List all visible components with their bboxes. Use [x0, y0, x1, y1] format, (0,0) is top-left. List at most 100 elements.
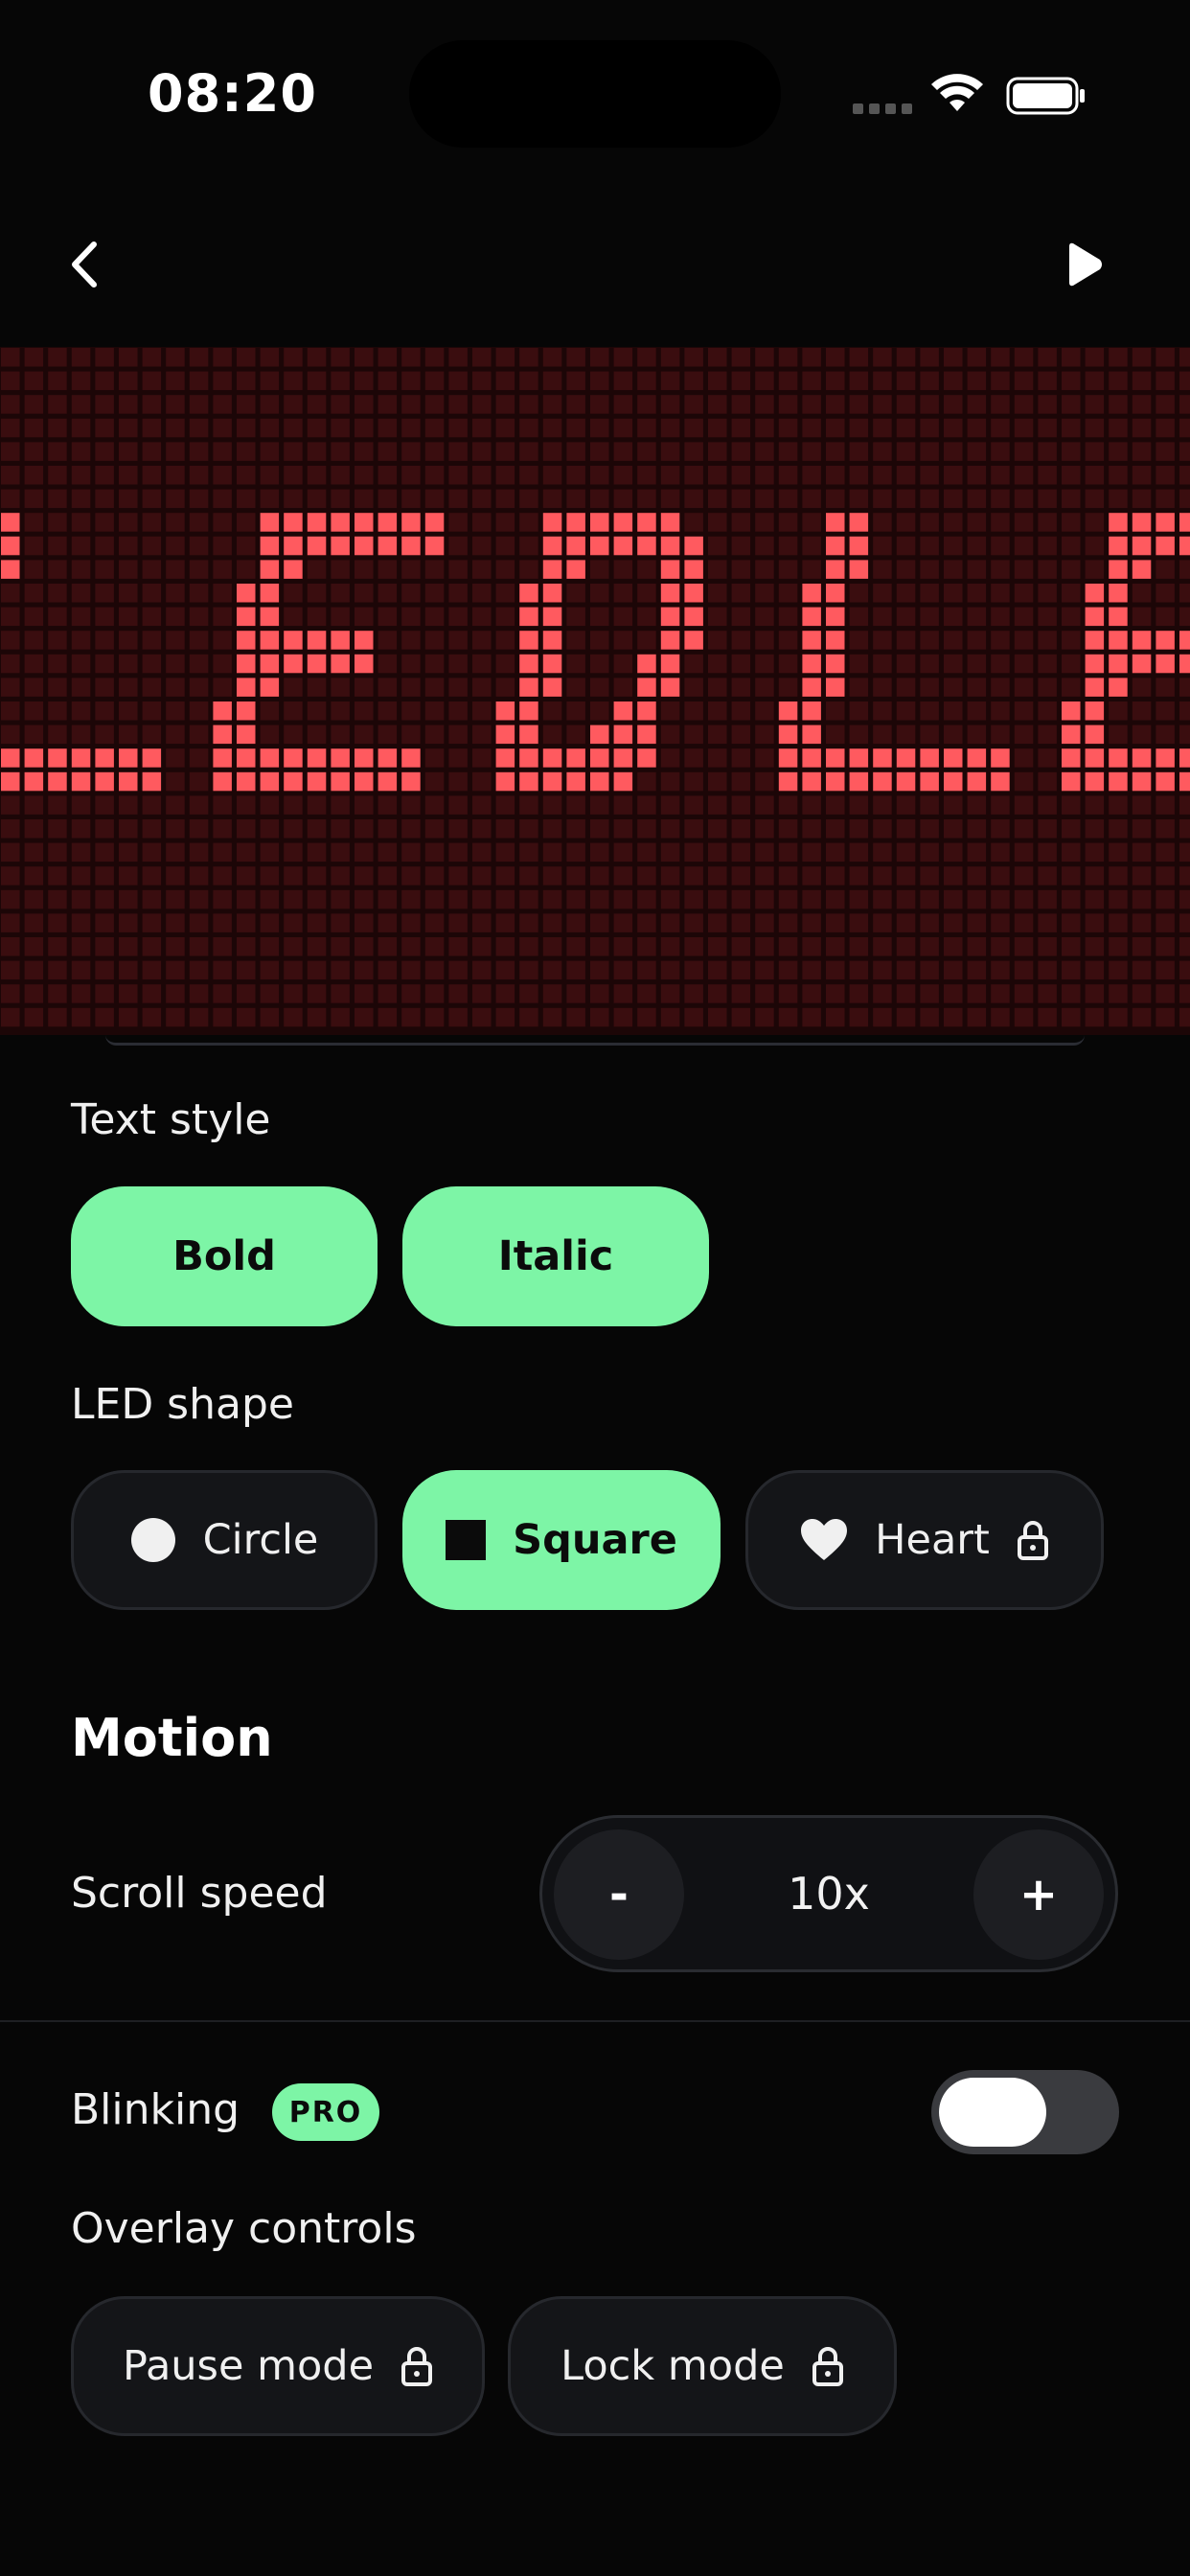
led-pixel-off	[378, 984, 398, 1003]
led-pixel-off	[378, 819, 398, 839]
led-pixel-off	[896, 466, 916, 485]
led-pixel-off	[731, 889, 751, 909]
led-pixel-off	[991, 1007, 1010, 1027]
led-pixel-off	[542, 913, 562, 932]
led-pixel-off	[1, 654, 20, 674]
led-pixel-off	[472, 795, 492, 815]
led-pixel-off	[166, 866, 185, 886]
led-pixel-off	[684, 513, 703, 532]
led-pixel-off	[119, 913, 138, 932]
led-pixel-on	[213, 771, 232, 792]
blinking-toggle[interactable]	[931, 2070, 1119, 2154]
led-pixel-off	[424, 819, 445, 839]
shape-square-button[interactable]: Square	[402, 1470, 721, 1610]
led-pixel-off	[448, 442, 468, 461]
led-pixel-off	[896, 1007, 916, 1027]
led-pixel-off	[991, 702, 1010, 721]
led-pixel-off	[237, 819, 256, 839]
led-pixel-off	[95, 960, 114, 980]
led-pixel-on	[1085, 678, 1105, 697]
led-pixel-off	[660, 724, 680, 745]
led-pixel-off	[1085, 513, 1105, 532]
led-pixel-off	[307, 724, 327, 745]
bold-button[interactable]: Bold	[71, 1186, 378, 1326]
led-pixel-off	[284, 348, 303, 367]
led-pixel-off	[967, 819, 987, 839]
play-button[interactable]	[1054, 234, 1115, 295]
led-pixel-off	[731, 371, 751, 391]
led-pixel-off	[920, 678, 939, 697]
led-pixel-off	[991, 489, 1010, 509]
led-pixel-off	[448, 371, 468, 391]
led-pixel-off	[1038, 513, 1057, 532]
led-pixel-off	[260, 937, 280, 956]
led-pixel-off	[448, 536, 468, 556]
led-pixel-off	[802, 560, 821, 579]
led-pixel-off	[495, 418, 515, 438]
led-pixel-off	[119, 536, 138, 556]
led-pixel-off	[708, 348, 727, 367]
led-pixel-on	[1062, 702, 1081, 721]
led-pixel-on	[24, 771, 44, 792]
led-pixel-off	[260, 466, 280, 485]
shape-heart-button[interactable]: Heart	[745, 1470, 1104, 1610]
back-button[interactable]	[57, 234, 111, 295]
led-pixel-off	[660, 395, 680, 414]
led-pixel-off	[24, 678, 44, 697]
led-pixel-off	[566, 678, 585, 697]
led-pixel-off	[755, 536, 774, 556]
led-pixel-off	[401, 866, 421, 886]
decrease-speed-button[interactable]: -	[554, 1829, 684, 1960]
led-pixel-off	[213, 984, 232, 1003]
led-pixel-off	[213, 866, 232, 886]
shape-circle-button[interactable]: Circle	[71, 1470, 378, 1610]
led-pixel-off	[1085, 937, 1105, 956]
led-pixel-off	[119, 795, 138, 815]
led-pixel-off	[967, 984, 987, 1003]
led-pixel-off	[1179, 418, 1190, 438]
led-pixel-off	[424, 560, 445, 579]
led-pixel-off	[1, 1007, 20, 1027]
led-pixel-off	[684, 819, 703, 839]
led-pixel-off	[71, 842, 91, 862]
led-pixel-off	[708, 913, 727, 932]
increase-speed-button[interactable]: +	[973, 1829, 1104, 1960]
led-pixel-off	[1132, 702, 1152, 721]
led-pixel-off	[1179, 889, 1190, 909]
led-pixel-off	[731, 654, 751, 674]
led-pixel-on	[307, 513, 327, 532]
led-pixel-off	[1109, 795, 1128, 815]
led-pixel-off	[991, 889, 1010, 909]
led-pixel-off	[944, 371, 963, 391]
led-pixel-off	[189, 466, 209, 485]
led-pixel-off	[519, 513, 538, 532]
led-pixel-off	[684, 1007, 703, 1027]
led-pixel-off	[637, 795, 656, 815]
led-pixel-off	[237, 418, 256, 438]
circle-icon	[130, 1517, 176, 1563]
led-pixel-off	[213, 513, 232, 532]
led-pixel-off	[166, 371, 185, 391]
led-pixel-off	[1014, 842, 1034, 862]
led-pixel-off	[1, 371, 20, 391]
led-pixel-off	[119, 466, 138, 485]
led-pixel-off	[613, 984, 633, 1003]
led-pixel-off	[213, 536, 232, 556]
led-pixel-off	[71, 937, 91, 956]
led-pixel-off	[307, 395, 327, 414]
led-pixel-off	[213, 960, 232, 980]
led-pixel-off	[378, 631, 398, 650]
led-pixel-off	[48, 889, 67, 909]
led-pixel-off	[166, 748, 185, 768]
led-pixel-off	[378, 348, 398, 367]
led-pixel-off	[944, 866, 963, 886]
lock-mode-button[interactable]: Lock mode	[508, 2296, 897, 2436]
led-pixel-off	[260, 442, 280, 461]
pause-mode-button[interactable]: Pause mode	[71, 2296, 485, 2436]
led-pixel-on	[802, 678, 821, 697]
led-pixel-off	[401, 442, 421, 461]
led-pixel-off	[873, 654, 892, 674]
led-pixel-on	[1085, 607, 1105, 627]
italic-button[interactable]: Italic	[402, 1186, 709, 1326]
led-pixel-off	[1014, 937, 1034, 956]
